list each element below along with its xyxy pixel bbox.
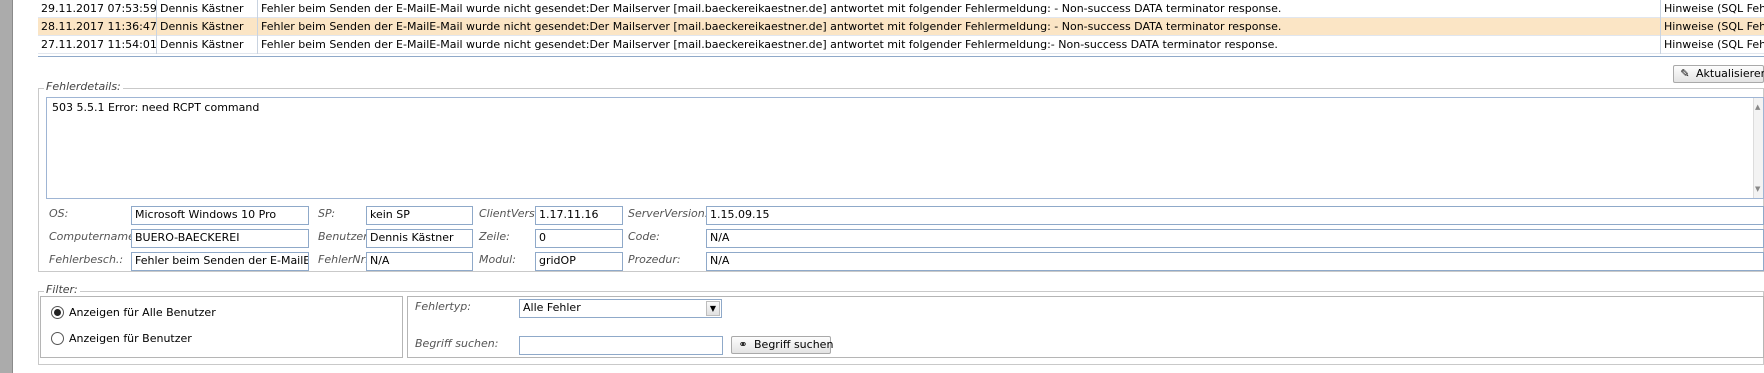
modul-field[interactable]: gridOP <box>535 252 623 271</box>
radio-all-users-indicator[interactable] <box>51 306 64 319</box>
begriff-search-input[interactable] <box>519 336 723 355</box>
client-version-label: ClientVers: <box>479 207 539 220</box>
error-details-text: 503 5.5.1 Error: need RCPT command <box>52 101 260 114</box>
textarea-scrollbar[interactable]: ▲ ▼ <box>1753 98 1763 198</box>
server-version-field[interactable]: 1.15.09.15 <box>706 206 1764 225</box>
refresh-button[interactable]: ✎ Aktualisieren <box>1673 65 1764 83</box>
date-cell: 29.11.2017 07:53:59 <box>38 0 157 18</box>
date-cell: 28.11.2017 11:36:47 <box>38 18 157 36</box>
refresh-button-label: Aktualisieren <box>1696 67 1764 80</box>
type-cell: Hinweise (SQL Fehler) <box>1664 2 1764 15</box>
fehlerbesch-label: Fehlerbesch.: <box>49 253 124 266</box>
begriff-label: Begriff suchen: <box>415 337 499 350</box>
fehlertyp-value: Alle Fehler <box>523 301 581 314</box>
zeile-label: Zeile: <box>479 230 510 243</box>
table-row[interactable]: 29.11.2017 07:53:59 Dennis Kästner Fehle… <box>38 0 1764 18</box>
left-panel-edge <box>0 0 12 373</box>
radio-all-users-label: Anzeigen für Alle Benutzer <box>69 306 216 319</box>
begriff-search-button-label: Begriff suchen <box>754 338 834 351</box>
error-log-table: 29.11.2017 07:53:59 Dennis Kästner Fehle… <box>38 0 1764 57</box>
error-details-textarea[interactable]: 503 5.5.1 Error: need RCPT command ▲ ▼ <box>46 97 1764 199</box>
radio-specific-user-label: Anzeigen für Benutzer <box>69 332 192 345</box>
user-cell: Dennis Kästner <box>157 0 258 18</box>
radio-all-users[interactable]: Anzeigen für Alle Benutzer <box>51 306 216 319</box>
modul-label: Modul: <box>479 253 516 266</box>
fehlerbesch-field[interactable]: Fehler beim Senden der E-MailE-Mail <box>131 252 309 271</box>
server-version-label: ServerVersion: <box>628 207 709 220</box>
radio-specific-user[interactable]: Anzeigen für Benutzer <box>51 332 192 345</box>
code-label: Code: <box>628 230 660 243</box>
user-cell: Dennis Kästner <box>157 18 258 36</box>
chevron-down-icon[interactable]: ▼ <box>706 301 720 316</box>
prozedur-label: Prozedur: <box>628 253 681 266</box>
os-label: OS: <box>49 207 69 220</box>
sp-label: SP: <box>318 207 336 220</box>
benutzer-label: Benutzer: <box>318 230 372 243</box>
prozedur-field[interactable]: N/A <box>706 252 1764 271</box>
computername-field[interactable]: BUERO-BAECKEREI <box>131 229 309 248</box>
fehlernr-field[interactable]: N/A <box>366 252 473 271</box>
client-version-field[interactable]: 1.17.11.16 <box>535 206 623 225</box>
message-cell: Fehler beim Senden der E-MailE-Mail wurd… <box>258 36 1661 54</box>
binoculars-icon: ⚭ <box>738 338 748 351</box>
left-panel-border <box>12 0 13 373</box>
benutzer-field[interactable]: Dennis Kästner <box>366 229 473 248</box>
os-field[interactable]: Microsoft Windows 10 Pro <box>131 206 309 225</box>
error-details-legend: Fehlerdetails: <box>44 80 123 93</box>
fehlertyp-label: Fehlertyp: <box>415 300 471 313</box>
fehlernr-label: FehlerNr: <box>318 253 369 266</box>
filter-legend: Filter: <box>44 283 80 296</box>
user-cell: Dennis Kästner <box>157 36 258 54</box>
scroll-down-icon[interactable]: ▼ <box>1755 182 1760 196</box>
code-field[interactable]: N/A <box>706 229 1764 248</box>
sp-field[interactable]: kein SP <box>366 206 473 225</box>
fehlertyp-select[interactable]: Alle Fehler ▼ <box>519 299 722 318</box>
type-cell: Hinweise (SQL Fehler) <box>1664 38 1764 51</box>
table-row-selected[interactable]: 28.11.2017 11:36:47 Dennis Kästner Fehle… <box>38 18 1764 36</box>
begriff-search-button[interactable]: ⚭ Begriff suchen <box>731 336 834 354</box>
refresh-pencil-icon: ✎ <box>1680 67 1690 80</box>
scroll-up-icon[interactable]: ▲ <box>1755 100 1760 114</box>
radio-specific-user-indicator[interactable] <box>51 332 64 345</box>
computername-label: Computername: <box>49 230 139 243</box>
zeile-field[interactable]: 0 <box>535 229 623 248</box>
message-cell: Fehler beim Senden der E-MailE-Mail wurd… <box>258 18 1661 36</box>
table-row[interactable]: 27.11.2017 11:54:01 Dennis Kästner Fehle… <box>38 36 1764 54</box>
message-cell: Fehler beim Senden der E-MailE-Mail wurd… <box>258 0 1661 18</box>
date-cell: 27.11.2017 11:54:01 <box>38 36 157 54</box>
type-cell: Hinweise (SQL Fehler) <box>1664 20 1764 33</box>
